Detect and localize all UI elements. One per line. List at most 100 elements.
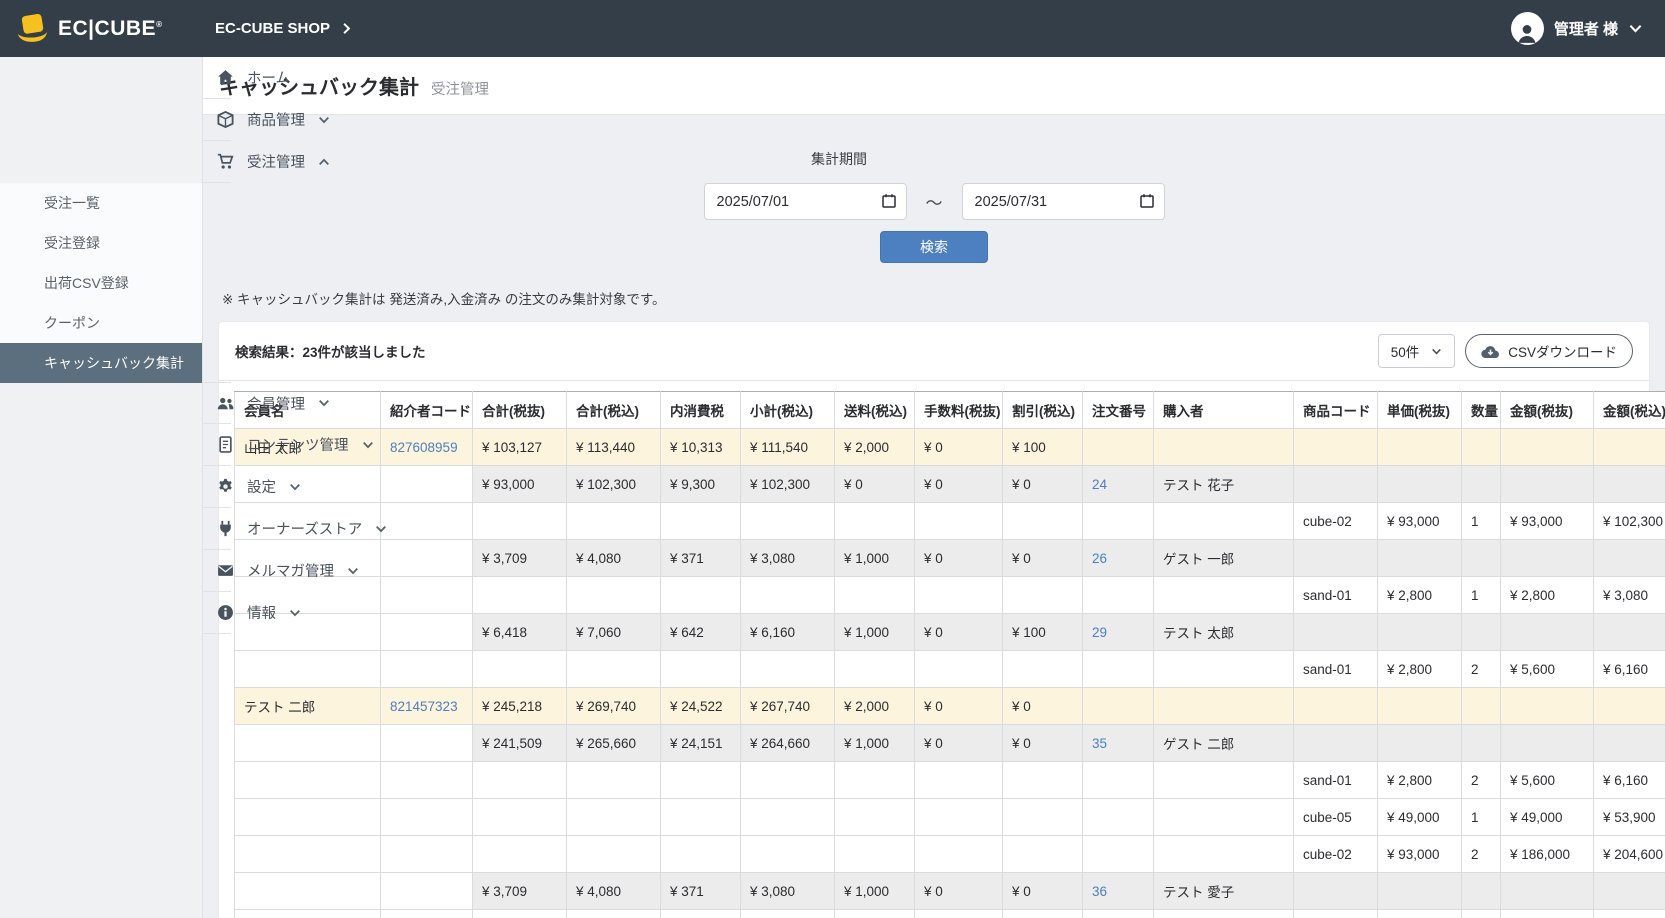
table-cell — [567, 910, 661, 918]
table-cell — [1378, 540, 1462, 577]
sidebar-item-main[interactable]: オーナーズストア — [203, 508, 231, 550]
table-cell — [741, 836, 835, 873]
sidebar-item-label: 設定 — [247, 476, 276, 497]
table-cell: ¥ 0 — [915, 466, 1003, 503]
sidebar-item-sub[interactable]: キャッシュバック集計 — [0, 343, 202, 383]
table-cell: ¥ 204,600 — [1594, 836, 1665, 873]
table-cell — [473, 799, 567, 836]
order-number-link[interactable]: 36 — [1092, 884, 1107, 899]
sidebar-item-main[interactable]: メルマガ管理 — [203, 550, 231, 592]
table-cell — [835, 799, 915, 836]
csv-download-button[interactable]: CSVダウンロード — [1465, 334, 1633, 368]
order-number-link[interactable]: 35 — [1092, 736, 1107, 751]
table-cell: ¥ 245,218 — [473, 688, 567, 725]
search-button[interactable]: 検索 — [880, 231, 988, 263]
table-cell — [661, 836, 741, 873]
table-cell — [741, 503, 835, 540]
table-cell: 36 — [1083, 873, 1154, 910]
table-cell: ¥ 2,800 — [1378, 762, 1462, 799]
order-row: ¥ 93,000¥ 102,300¥ 9,300¥ 102,300¥ 0¥ 0¥… — [235, 466, 1665, 503]
sidebar-item-sub[interactable]: 受注登録 — [0, 223, 202, 263]
product-row: sand-01¥ 2,8001¥ 2,800¥ 3,080 — [235, 577, 1665, 614]
sidebar-item-main[interactable]: 情報 — [203, 592, 231, 634]
table-cell: 1 — [1462, 503, 1501, 540]
table-cell: ¥ 0 — [915, 725, 1003, 762]
sidebar-item-sub[interactable]: 受注一覧 — [0, 183, 202, 223]
table-cell — [235, 651, 381, 688]
sidebar-item-main[interactable]: 受注管理 — [203, 141, 231, 183]
table-cell: ¥ 265,660 — [567, 725, 661, 762]
referrer-code-link[interactable]: 827608959 — [390, 440, 458, 455]
table-cell — [1378, 725, 1462, 762]
table-cell — [1154, 503, 1294, 540]
sidebar-item-main[interactable]: ホーム — [203, 57, 231, 99]
table-cell: ¥ 0 — [1003, 540, 1083, 577]
table-cell: ¥ 7,060 — [567, 614, 661, 651]
order-number-link[interactable]: 24 — [1092, 477, 1107, 492]
table-cell — [1154, 762, 1294, 799]
date-to-input[interactable] — [962, 183, 1165, 220]
table-cell — [1462, 688, 1501, 725]
sidebar-item-main[interactable]: 設定 — [203, 466, 231, 508]
table-cell: ¥ 0 — [915, 873, 1003, 910]
ec-cube-logo[interactable]: EC|CUBE® — [0, 14, 203, 44]
table-cell: ¥ 5,600 — [1501, 762, 1594, 799]
shop-front-link[interactable]: EC-CUBE SHOP — [215, 20, 353, 37]
product-row: cube-02¥ 93,0001¥ 93,000¥ 102,300 — [235, 503, 1665, 540]
sidebar-item-sub[interactable]: 出荷CSV登録 — [0, 263, 202, 303]
table-cell — [661, 503, 741, 540]
table-cell — [1501, 429, 1594, 466]
table-cell — [1294, 429, 1378, 466]
sidebar-item-main[interactable]: 商品管理 — [203, 99, 231, 141]
table-cell — [1003, 836, 1083, 873]
table-cell — [1003, 503, 1083, 540]
sidebar-item-main[interactable]: 会員管理 — [203, 382, 231, 424]
table-cell: ¥ 102,300 — [741, 466, 835, 503]
table-cell — [1501, 540, 1594, 577]
table-cell: ¥ 4,080 — [567, 873, 661, 910]
table-cell: ¥ 6,160 — [1594, 762, 1665, 799]
sidebar-item-label: キャッシュバック集計 — [44, 353, 184, 373]
shop-name: EC-CUBE SHOP — [215, 20, 330, 37]
table-cell: ¥ 1,000 — [835, 540, 915, 577]
table-cell — [1462, 873, 1501, 910]
table-cell: ¥ 1,000 — [835, 614, 915, 651]
table-cell — [381, 799, 473, 836]
sidebar-item-label: クーポン — [44, 313, 100, 333]
date-from-input[interactable] — [704, 183, 907, 220]
page-size-select[interactable]: 50件 — [1378, 334, 1456, 368]
chevron-down-icon — [318, 114, 330, 126]
table-cell — [1378, 466, 1462, 503]
table-cell — [567, 836, 661, 873]
table-cell — [1003, 577, 1083, 614]
gear-icon — [217, 478, 234, 495]
table-cell: ¥ 6,160 — [1594, 651, 1665, 688]
order-number-link[interactable]: 29 — [1092, 625, 1107, 640]
order-number-link[interactable]: 26 — [1092, 551, 1107, 566]
table-cell — [1154, 688, 1294, 725]
table-cell: 1 — [1462, 910, 1501, 918]
account-menu[interactable]: 管理者 様 — [1511, 12, 1665, 45]
table-cell: ¥ 0 — [915, 688, 1003, 725]
table-cell: ¥ 2,800 — [1378, 910, 1462, 918]
referrer-code-link[interactable]: 821457323 — [390, 699, 458, 714]
sidebar-item-main[interactable]: コンテンツ管理 — [203, 424, 231, 466]
table-cell: 1 — [1462, 577, 1501, 614]
table-cell: 26 — [1083, 540, 1154, 577]
table-cell — [661, 910, 741, 918]
sidebar-item-sub[interactable]: クーポン — [0, 303, 202, 343]
sidebar: ホーム商品管理受注管理受注一覧受注登録出荷CSV登録クーポンキャッシュバック集計… — [0, 57, 203, 918]
table-cell: テスト 太郎 — [1154, 614, 1294, 651]
column-header: 購入者 — [1154, 392, 1294, 429]
sidebar-item-label: 出荷CSV登録 — [44, 273, 129, 293]
table-cell: cube-02 — [1294, 503, 1378, 540]
table-cell — [915, 651, 1003, 688]
table-cell — [1294, 614, 1378, 651]
table-cell: ¥ 2,800 — [1501, 577, 1594, 614]
results-card: 検索結果：23件が該当しました 50件 CSVダウンロード — [218, 321, 1650, 918]
table-cell: ¥ 267,740 — [741, 688, 835, 725]
table-cell — [1594, 688, 1665, 725]
table-cell: ¥ 0 — [1003, 873, 1083, 910]
table-cell — [567, 651, 661, 688]
sidebar-item-label: ホーム — [247, 67, 290, 88]
